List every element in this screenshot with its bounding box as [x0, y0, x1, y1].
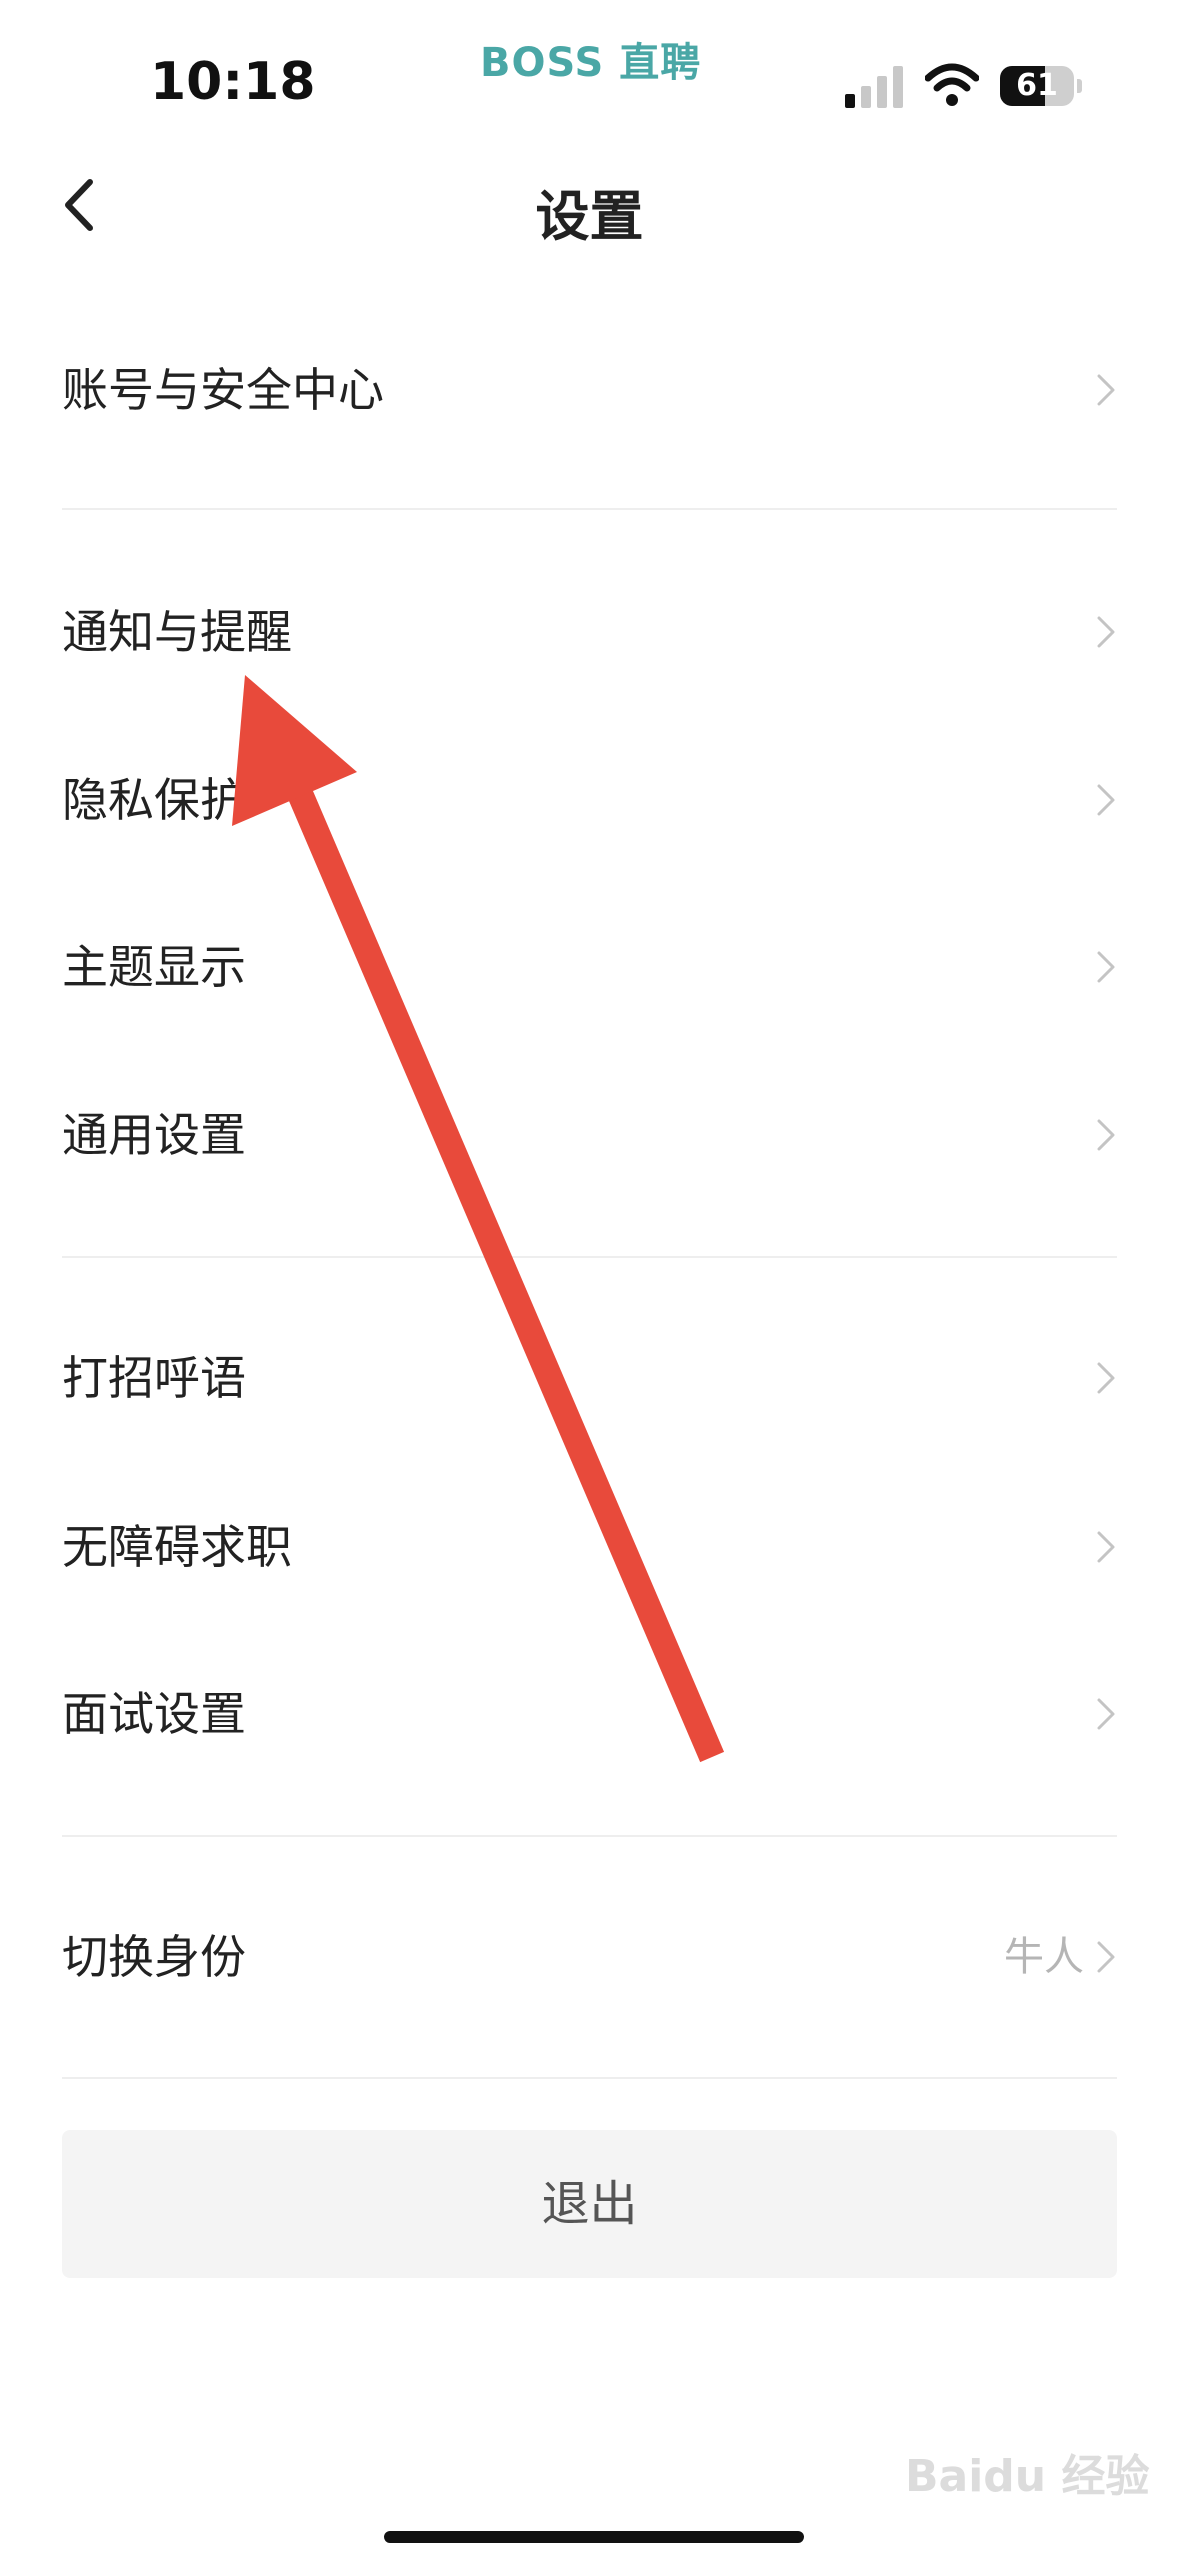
settings-item-label: 打招呼语: [62, 1351, 246, 1405]
battery-level: 61: [1016, 68, 1058, 103]
settings-item-label: 隐私保护: [62, 773, 246, 827]
settings-item-notifications[interactable]: 通知与提醒: [0, 572, 1179, 692]
status-time: 10:18: [150, 52, 316, 112]
chevron-right-icon: [1097, 1941, 1115, 1973]
settings-item-label: 无障碍求职: [62, 1520, 292, 1574]
settings-item-label: 切换身份: [62, 1930, 246, 1984]
chevron-right-icon: [1097, 1119, 1115, 1151]
settings-item-label: 面试设置: [62, 1687, 246, 1741]
divider: [62, 1835, 1117, 1837]
settings-item-greeting[interactable]: 打招呼语: [0, 1318, 1179, 1438]
settings-item-general[interactable]: 通用设置: [0, 1075, 1179, 1195]
home-indicator: [384, 2531, 804, 2543]
chevron-right-icon: [1097, 784, 1115, 816]
settings-item-privacy[interactable]: 隐私保护: [0, 740, 1179, 860]
chevron-right-icon: [1097, 951, 1115, 983]
signal-icon: [845, 66, 903, 108]
app-brand: BOSS 直聘: [480, 40, 702, 86]
chevron-right-icon: [1097, 616, 1115, 648]
settings-item-label: 通用设置: [62, 1108, 246, 1162]
chevron-right-icon: [1097, 1698, 1115, 1730]
divider: [62, 2077, 1117, 2079]
settings-item-interview[interactable]: 面试设置: [0, 1654, 1179, 1774]
settings-item-theme[interactable]: 主题显示: [0, 907, 1179, 1027]
chevron-right-icon: [1097, 1362, 1115, 1394]
divider: [62, 508, 1117, 510]
logout-button[interactable]: 退出: [62, 2130, 1117, 2278]
status-bar: 10:18 BOSS 直聘 61: [0, 0, 1179, 150]
chevron-right-icon: [1097, 1531, 1115, 1563]
settings-item-label: 账号与安全中心: [62, 363, 384, 417]
settings-item-account-security[interactable]: 账号与安全中心: [0, 330, 1179, 450]
settings-item-accessibility[interactable]: 无障碍求职: [0, 1487, 1179, 1607]
identity-value: 牛人: [1004, 1934, 1084, 1980]
settings-item-label: 主题显示: [62, 940, 246, 994]
chevron-right-icon: [1097, 374, 1115, 406]
settings-item-label: 通知与提醒: [62, 605, 292, 659]
nav-bar: 设置: [0, 150, 1179, 260]
battery-icon: 61: [1000, 66, 1082, 106]
page-title: 设置: [535, 185, 644, 248]
wifi-icon: [925, 63, 979, 106]
divider: [62, 1256, 1117, 1258]
watermark-logo: Baidu 经验: [905, 2451, 1150, 2502]
settings-item-switch-identity[interactable]: 切换身份 牛人: [0, 1897, 1179, 2017]
